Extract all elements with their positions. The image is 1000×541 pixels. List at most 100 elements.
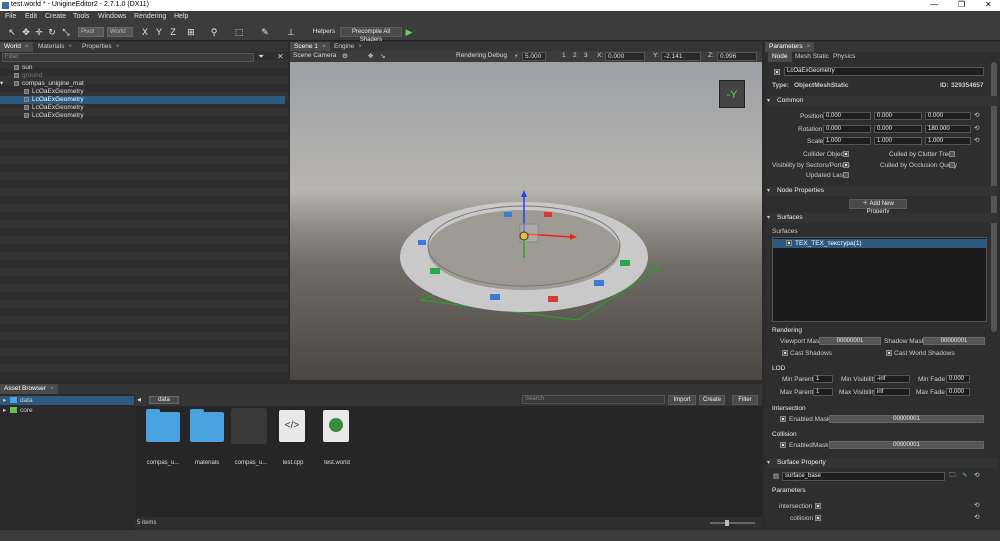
subtab-physics[interactable]: Physics <box>829 52 859 62</box>
filter-icon[interactable]: ⏷ <box>258 52 264 62</box>
chevron-right-icon[interactable]: ▸ <box>0 396 10 405</box>
section-surfaces[interactable]: ▾ Surfaces <box>767 213 998 223</box>
node-checkbox[interactable] <box>14 80 19 86</box>
select-tool-icon[interactable]: ↖ <box>6 26 18 38</box>
zoom-slider-handle[interactable] <box>725 520 729 526</box>
surface-item[interactable]: TEX_TEX_текстура(1) <box>773 239 986 248</box>
node-checkbox[interactable] <box>24 88 29 94</box>
max-visibility-field[interactable]: inf <box>874 388 910 396</box>
tree-node[interactable]: ground <box>0 72 285 80</box>
menu-create[interactable]: Create <box>45 13 66 20</box>
scale-z[interactable]: 1.000 <box>925 137 971 145</box>
filter-button[interactable]: Filter <box>732 395 758 405</box>
view-1-button[interactable]: 1 <box>562 52 566 59</box>
subtab-node[interactable]: Node <box>768 52 792 62</box>
move-tool-icon[interactable]: ✥ <box>20 26 32 38</box>
close-icon[interactable]: × <box>358 43 362 50</box>
create-button[interactable]: Create <box>699 395 725 405</box>
rendering-debug-select[interactable]: Rendering Debug <box>456 52 507 59</box>
rotate-tool-icon[interactable]: ↻ <box>46 26 58 38</box>
menu-windows[interactable]: Windows <box>98 13 126 20</box>
max-fade-field[interactable]: 0.000 <box>946 388 970 396</box>
surface-property-field[interactable]: surface_base <box>782 472 945 481</box>
node-checkbox[interactable] <box>24 104 29 110</box>
close-icon[interactable]: × <box>322 43 326 50</box>
subtab-mesh-static[interactable]: Mesh Static <box>791 52 833 62</box>
reset-icon[interactable]: ⟲ <box>974 471 979 480</box>
section-surface-property[interactable]: ▾ Surface Property <box>767 458 998 468</box>
precompile-shaders-button[interactable]: Precompile All Shaders <box>340 27 402 43</box>
tree-node[interactable]: LcOaExGeometry <box>0 88 285 96</box>
scene-viewport[interactable]: -Y <box>290 62 762 380</box>
collision-mask-field[interactable]: 00000001 <box>829 441 984 449</box>
axis-y-button[interactable]: Y <box>153 26 165 38</box>
tab-materials[interactable]: Materials × <box>34 42 76 52</box>
coord-z-field[interactable]: 0.996 <box>717 52 757 61</box>
tree-node[interactable]: ▾ compas_unigine_mat <box>0 80 285 88</box>
updated-last-checkbox[interactable] <box>843 172 849 178</box>
asset-search-input[interactable]: Search <box>522 395 665 404</box>
minimize-button[interactable]: — <box>930 0 938 9</box>
asset-item[interactable]: compas_u... <box>139 406 187 466</box>
node-name-input[interactable]: LcOaExGeometry <box>784 67 984 76</box>
node-checkbox[interactable] <box>14 72 19 78</box>
space-select[interactable]: World <box>107 27 133 37</box>
view-3-button[interactable]: 3 <box>584 52 588 59</box>
asset-tree-item[interactable]: ▸ core <box>0 406 134 415</box>
scale-y[interactable]: 1.000 <box>874 137 922 145</box>
speed-field[interactable]: 5.000 <box>522 52 546 61</box>
position-y[interactable]: 0.000 <box>874 112 922 120</box>
settings-icon[interactable]: ⚙ <box>342 52 348 60</box>
sp-intersection-checkbox[interactable] <box>815 503 821 509</box>
min-visibility-field[interactable]: -inf <box>874 375 910 383</box>
helpers-menu[interactable]: Helpers <box>310 26 338 38</box>
pointer-icon[interactable]: ↘ <box>380 52 385 60</box>
close-button[interactable]: ✕ <box>985 0 992 9</box>
menu-help[interactable]: Help <box>174 13 188 20</box>
surface-checkbox[interactable] <box>786 240 792 246</box>
culled-clutter-checkbox[interactable] <box>949 151 955 157</box>
gizmo-center[interactable] <box>519 231 529 241</box>
min-parent-field[interactable]: 1 <box>813 375 833 383</box>
min-fade-field[interactable]: 0.000 <box>946 375 970 383</box>
asset-item[interactable]: test.world <box>313 406 361 466</box>
shadow-mask-field[interactable]: 00000001 <box>923 337 985 345</box>
close-icon[interactable]: × <box>50 385 54 392</box>
folder-open-icon[interactable]: 🗀 <box>949 471 956 480</box>
reset-icon[interactable]: ⟲ <box>974 513 979 522</box>
view-2-button[interactable]: 2 <box>573 52 577 59</box>
position-x[interactable]: 0.000 <box>823 112 871 120</box>
back-icon[interactable]: ◂ <box>137 395 141 404</box>
section-common[interactable]: ▾ Common <box>767 96 998 106</box>
section-node-properties[interactable]: ▾ Node Properties <box>767 186 998 196</box>
close-icon[interactable]: × <box>68 43 72 50</box>
tab-properties[interactable]: Properties × <box>78 42 123 52</box>
sp-collision-checkbox[interactable] <box>815 515 821 521</box>
asset-item[interactable]: materials <box>183 406 231 466</box>
rotation-z[interactable]: 180.000 <box>925 125 971 133</box>
zoom-slider[interactable] <box>710 522 755 524</box>
collision-enabled-checkbox[interactable] <box>780 442 786 448</box>
select-mode-icon[interactable]: ⬚ <box>232 26 246 38</box>
position-z[interactable]: 0.000 <box>925 112 971 120</box>
tree-node[interactable]: LcOaExGeometry <box>0 112 285 120</box>
intersection-enabled-checkbox[interactable] <box>780 416 786 422</box>
reset-icon[interactable]: ⟲ <box>974 111 979 120</box>
clear-icon[interactable]: ✕ <box>277 52 284 61</box>
reset-icon[interactable]: ⟲ <box>974 124 979 133</box>
chevron-right-icon[interactable]: ▸ <box>0 406 10 415</box>
scale-x[interactable]: 1.000 <box>823 137 871 145</box>
max-parent-field[interactable]: 1 <box>813 388 833 396</box>
close-icon[interactable]: × <box>116 43 120 50</box>
menu-tools[interactable]: Tools <box>73 13 89 20</box>
edit-icon[interactable]: ✎ <box>962 471 967 480</box>
world-filter-input[interactable]: Filter <box>2 53 254 62</box>
node-checkbox[interactable] <box>14 64 19 70</box>
viewport-mask-field[interactable]: 00000001 <box>819 337 881 345</box>
snap-grid-icon[interactable]: ⊞ <box>184 26 198 38</box>
brush-icon[interactable]: ✎ <box>258 26 272 38</box>
menu-file[interactable]: File <box>5 13 16 20</box>
node-checkbox[interactable] <box>24 96 29 102</box>
culled-occlusion-checkbox[interactable] <box>949 162 955 168</box>
nav-cube[interactable]: -Y <box>719 80 745 108</box>
